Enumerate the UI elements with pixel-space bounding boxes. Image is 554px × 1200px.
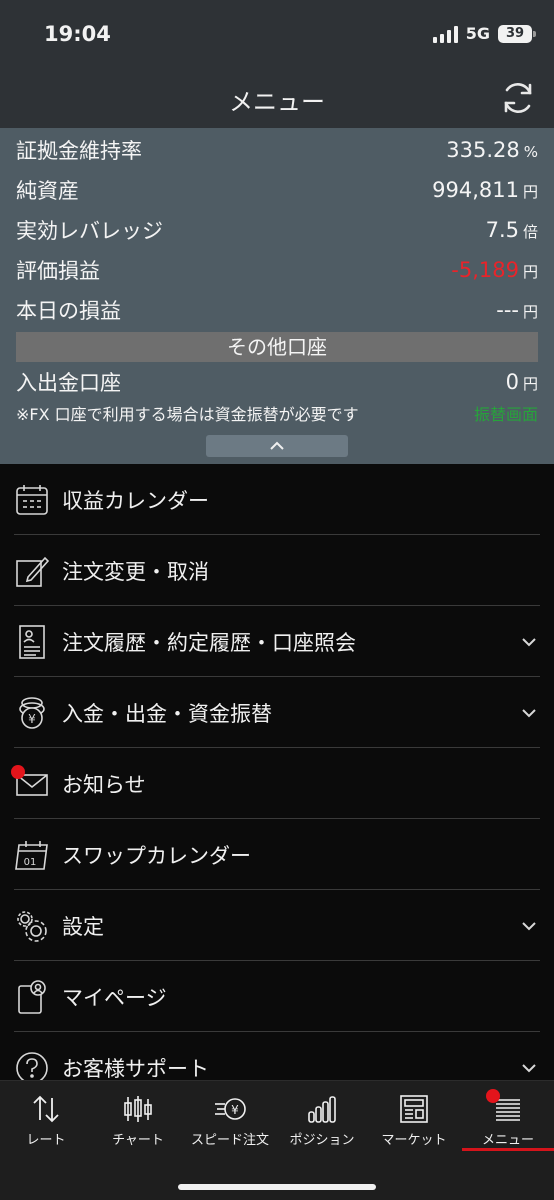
row-label: 評価損益: [16, 259, 100, 283]
battery-icon: 39: [498, 24, 536, 43]
status-time: 19:04: [44, 22, 111, 46]
help-icon: [14, 1050, 50, 1080]
row-label: 実効レバレッジ: [16, 219, 163, 243]
other-accounts-header: その他口座: [16, 332, 538, 362]
gear-icon: [14, 908, 50, 944]
home-indicator: [178, 1184, 376, 1190]
tab-label: メニュー: [481, 1133, 534, 1148]
row-value: -5,189 円: [451, 258, 538, 282]
menu-item-label: スワップカレンダー: [62, 843, 251, 868]
row-value: 335.28%: [446, 138, 538, 162]
status-indicators: 5G 39: [432, 24, 536, 43]
document-icon: [14, 624, 50, 660]
menu-item-order-change[interactable]: 注文変更・取消: [0, 535, 554, 606]
row-label: 純資産: [16, 179, 79, 203]
tab-label: スピード注文: [190, 1133, 269, 1148]
chevron-down-icon: [522, 708, 536, 717]
notification-badge: [11, 765, 25, 779]
mypage-icon: [14, 979, 50, 1015]
speed-order-icon: ¥: [212, 1093, 248, 1125]
row-label: 入出金口座: [16, 371, 121, 395]
row-label: 本日の損益: [16, 299, 121, 323]
menu-item-notifications[interactable]: お知らせ: [0, 748, 554, 819]
svg-text:¥: ¥: [28, 712, 36, 726]
rate-arrows-icon: [28, 1093, 64, 1125]
menu-item-label: 収益カレンダー: [62, 488, 209, 513]
active-tab-indicator: [462, 1148, 554, 1151]
menu-item-order-history[interactable]: 注文履歴・約定履歴・口座照会: [0, 606, 554, 677]
row-value: --- 円: [496, 298, 538, 322]
tab-chart[interactable]: チャート: [92, 1081, 184, 1153]
tab-label: レート: [26, 1133, 66, 1148]
menu-item-label: お客様サポート: [62, 1056, 209, 1081]
newspaper-icon: [396, 1093, 432, 1125]
account-row-leverage: 実効レバレッジ 7.5 倍: [16, 212, 538, 248]
menu-item-revenue-calendar[interactable]: 収益カレンダー: [0, 464, 554, 535]
menu-item-deposit-withdraw[interactable]: ¥ 入金・出金・資金振替: [0, 677, 554, 748]
chevron-up-icon: [270, 441, 284, 450]
row-value: 7.5 倍: [485, 218, 538, 242]
coins-icon: ¥: [14, 695, 50, 731]
menu-item-swap-calendar[interactable]: 01 スワップカレンダー: [0, 819, 554, 890]
transfer-screen-link[interactable]: 振替画面: [474, 401, 538, 425]
menu-item-my-page[interactable]: マイページ: [0, 961, 554, 1032]
menu-item-label: お知らせ: [62, 772, 146, 797]
edit-icon: [14, 553, 50, 589]
menu-item-label: 入金・出金・資金振替: [62, 701, 272, 726]
account-row-today-pl: 本日の損益 --- 円: [16, 292, 538, 328]
account-row-unrealized-pl: 評価損益 -5,189 円: [16, 252, 538, 288]
svg-text:01: 01: [24, 857, 37, 868]
menu-item-settings[interactable]: 設定: [0, 890, 554, 961]
row-value: 994,811 円: [432, 178, 538, 202]
tab-speed-order[interactable]: ¥ スピード注文: [184, 1081, 276, 1153]
tab-label: ポジション: [289, 1133, 355, 1148]
menu-item-support[interactable]: お客様サポート: [0, 1032, 554, 1080]
account-summary-panel: 証拠金維持率 335.28% 純資産 994,811 円 実効レバレッジ 7.5 倍…: [0, 128, 554, 464]
chevron-down-icon: [522, 637, 536, 646]
swap-calendar-icon: 01: [14, 837, 50, 873]
account-row-deposit: 入出金口座 0円: [16, 364, 538, 400]
signal-icon: [432, 25, 458, 43]
menu-item-label: 注文履歴・約定履歴・口座照会: [62, 630, 356, 655]
menu-item-label: マイページ: [62, 985, 167, 1010]
calendar-icon: [14, 482, 50, 518]
account-row-net-assets: 純資産 994,811 円: [16, 172, 538, 208]
page-title: メニュー: [229, 88, 325, 116]
top-bar: 19:04 5G 39 メニュー: [0, 0, 554, 128]
refresh-button[interactable]: [498, 78, 538, 118]
refresh-icon: [504, 83, 532, 113]
network-label: 5G: [465, 24, 490, 43]
tab-market[interactable]: マーケット: [368, 1081, 460, 1153]
svg-text:¥: ¥: [231, 1103, 239, 1117]
chevron-down-icon: [522, 1063, 536, 1072]
collapse-button[interactable]: [206, 435, 348, 457]
menu-item-label: 設定: [62, 914, 104, 939]
tab-menu[interactable]: メニュー: [462, 1081, 554, 1153]
bars-icon: [304, 1093, 340, 1125]
tab-position[interactable]: ポジション: [276, 1081, 368, 1153]
transfer-note-text: ※FX 口座で利用する場合は資金振替が必要です: [16, 405, 359, 424]
chevron-down-icon: [522, 921, 536, 930]
menu-list: 収益カレンダー 注文変更・取消 注文履歴・約定履歴・口座照会 ¥ 入金・出金・資…: [0, 464, 554, 1080]
row-label: 証拠金維持率: [16, 139, 142, 163]
transfer-note: ※FX 口座で利用する場合は資金振替が必要です 振替画面: [16, 400, 538, 426]
tab-rate[interactable]: レート: [0, 1081, 92, 1153]
row-value: 0円: [505, 370, 538, 394]
menu-tab-badge: [486, 1089, 500, 1103]
menu-item-label: 注文変更・取消: [62, 559, 209, 584]
tab-label: マーケット: [381, 1133, 447, 1148]
tab-label: チャート: [112, 1133, 164, 1148]
account-row-margin-ratio: 証拠金維持率 335.28%: [16, 132, 538, 168]
candlestick-icon: [120, 1093, 156, 1125]
bottom-tab-bar: レート チャート ¥ スピード注文 ポジション マーケット メニュー: [0, 1080, 554, 1200]
